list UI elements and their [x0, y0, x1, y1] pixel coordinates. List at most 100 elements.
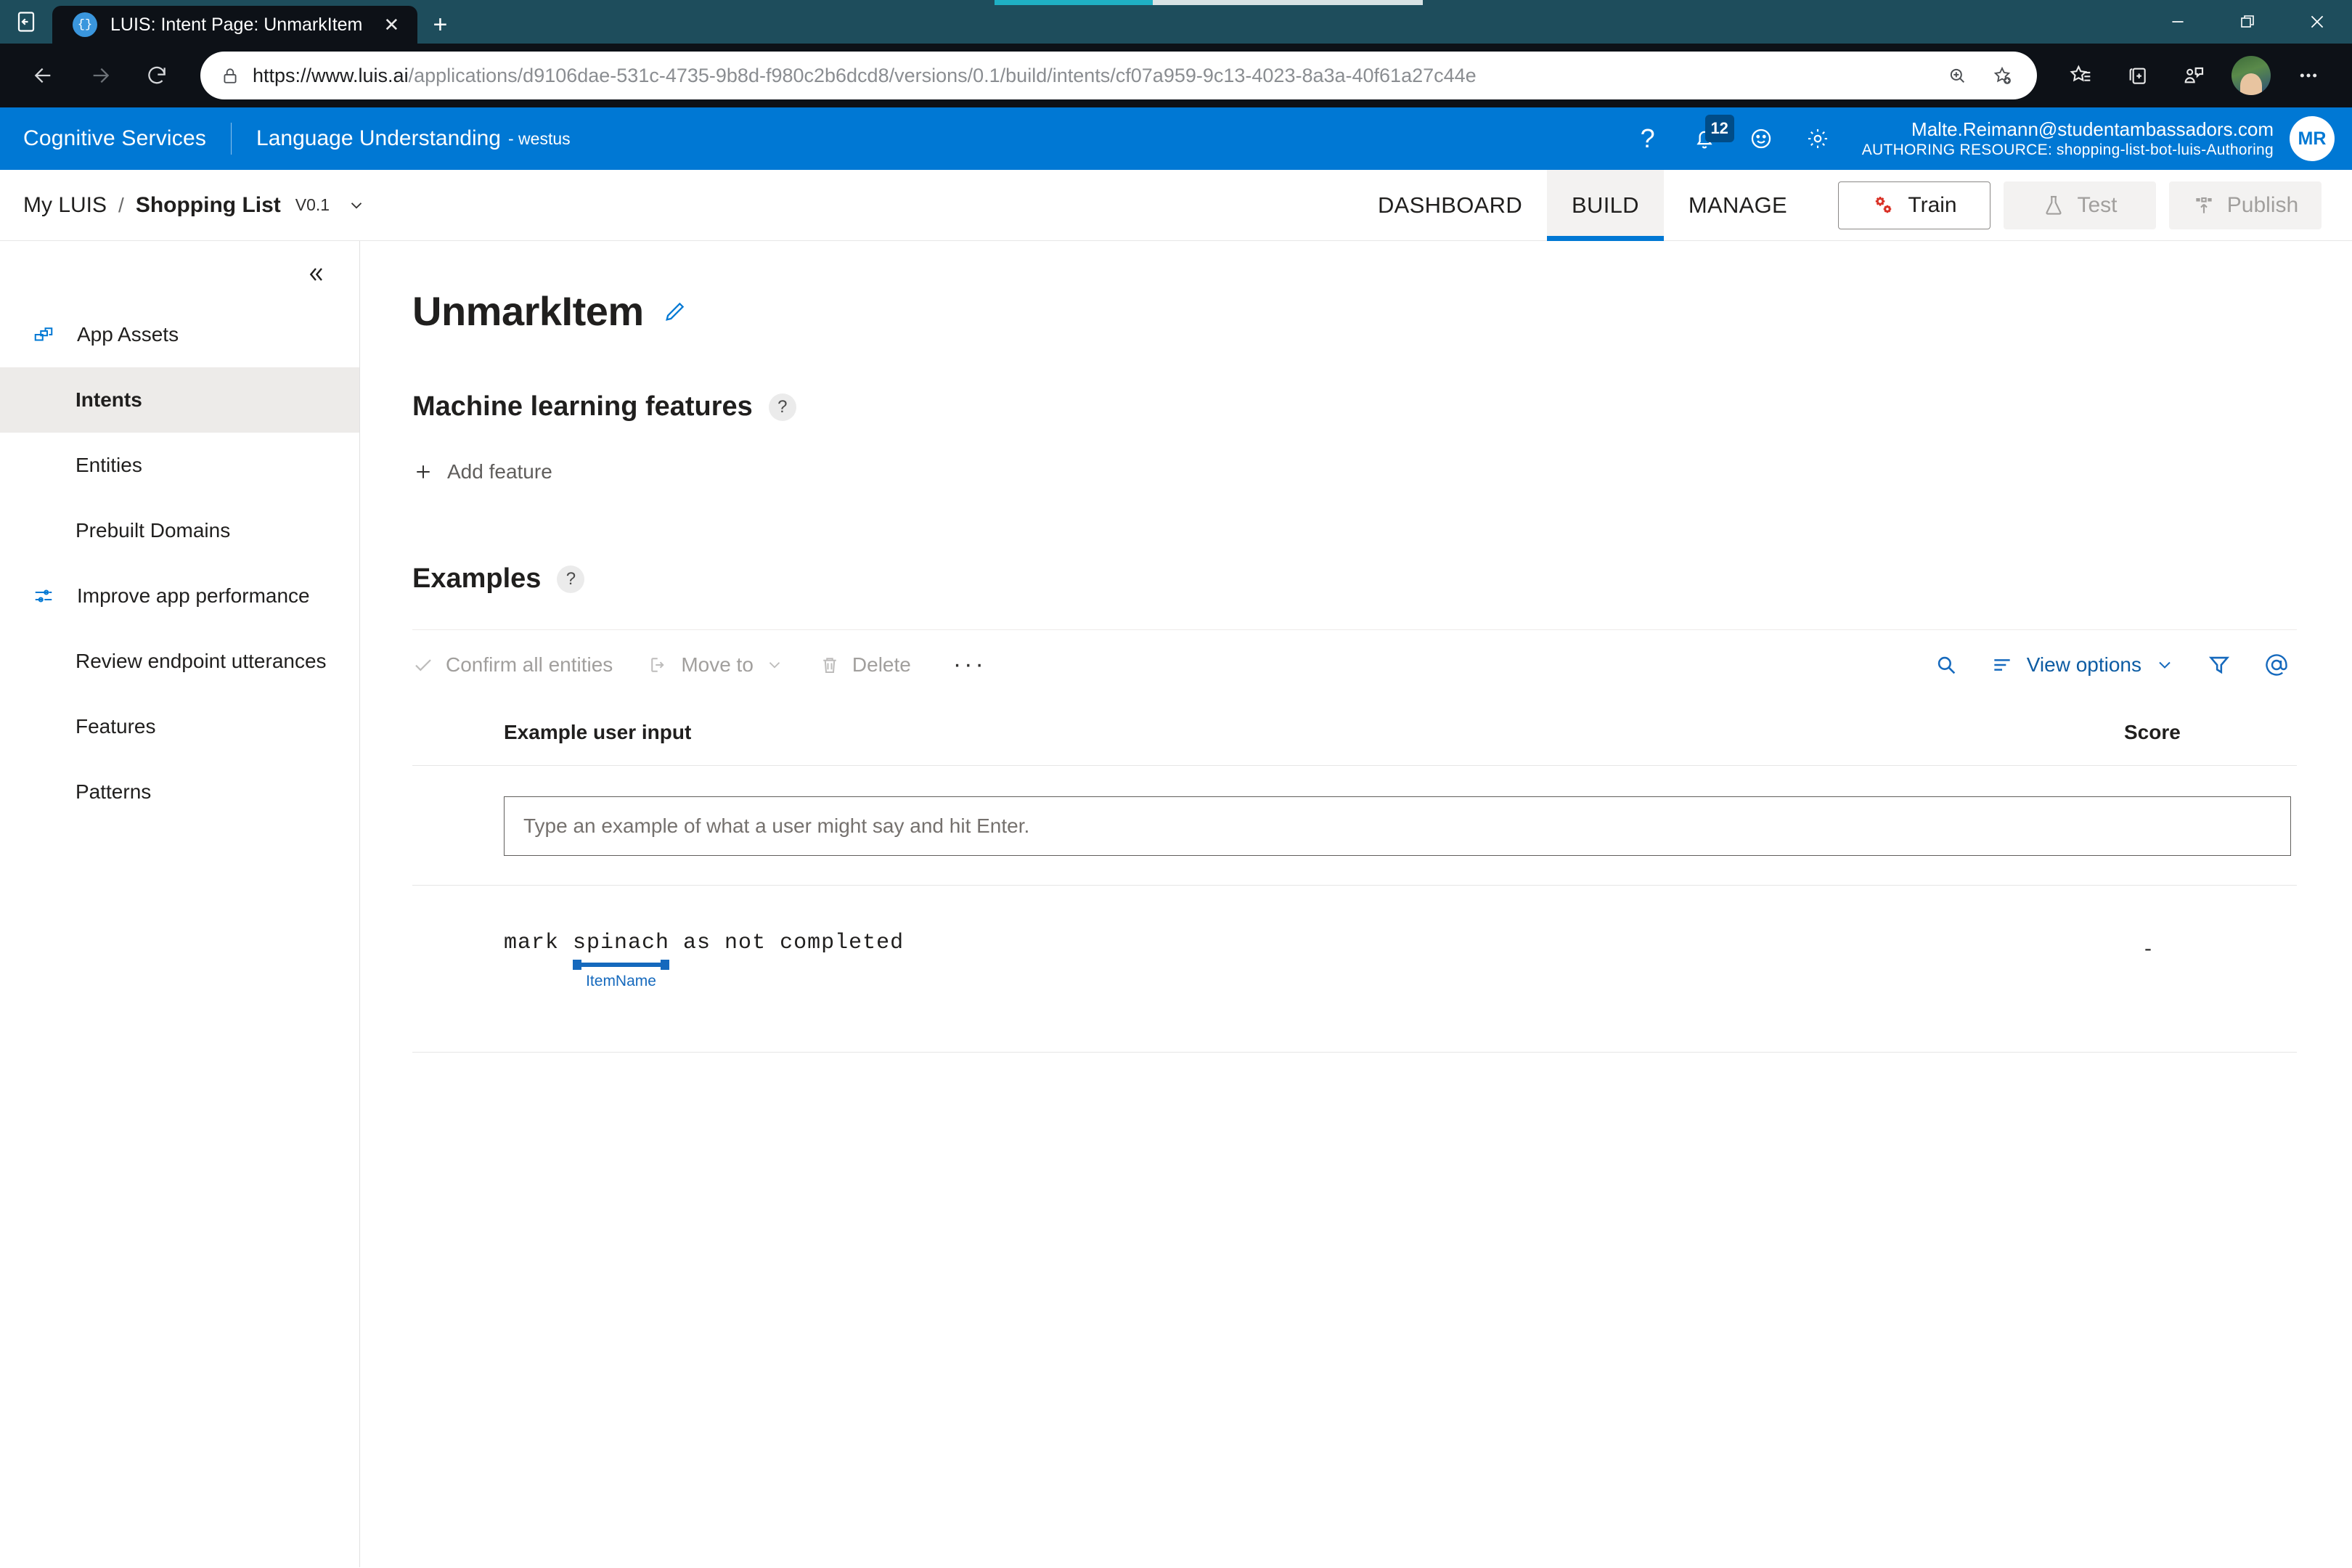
view-options-label: View options	[2026, 653, 2141, 676]
address-bar[interactable]: https://www.luis.ai/applications/d9106da…	[200, 52, 2037, 99]
page-title-row: UnmarkItem	[412, 287, 2297, 335]
close-window-icon[interactable]	[2282, 0, 2352, 44]
entity-label: ItemName	[586, 973, 656, 989]
authoring-resource-label: AUTHORING RESOURCE:	[1861, 142, 2053, 158]
delete-button[interactable]: Delete	[819, 653, 930, 677]
tab-favicon-icon: {}	[73, 12, 97, 37]
language-understanding-brand[interactable]: Language Understanding	[256, 126, 501, 151]
move-to-icon	[648, 654, 669, 676]
minimize-icon[interactable]	[2143, 0, 2213, 44]
authoring-resource: AUTHORING RESOURCE: shopping-list-bot-lu…	[1862, 141, 2274, 159]
browser-nav-bar: https://www.luis.ai/applications/d9106da…	[0, 44, 2352, 107]
breadcrumb-app-name[interactable]: Shopping List	[136, 193, 281, 218]
add-feature-button[interactable]: Add feature	[412, 460, 2297, 483]
new-tab-button[interactable]: +	[417, 6, 462, 44]
train-button[interactable]: Train	[1838, 181, 1990, 229]
chevron-down-icon[interactable]	[347, 196, 366, 215]
url-domain: https://www.luis.ai	[253, 64, 409, 86]
examples-table-header: Example user input Score	[412, 699, 2297, 766]
app-tabs: DASHBOARD BUILD MANAGE	[1353, 169, 1812, 241]
examples-help-icon[interactable]: ?	[557, 565, 585, 593]
publish-button[interactable]: Publish	[2169, 181, 2322, 229]
entity-mention-icon[interactable]	[2263, 652, 2290, 678]
collapse-sidebar-icon[interactable]	[304, 263, 327, 286]
new-utterance-input[interactable]: Type an example of what a user might say…	[504, 796, 2291, 856]
edit-pencil-icon[interactable]	[663, 299, 687, 324]
view-options-icon	[1990, 653, 2014, 677]
test-button-label: Test	[2077, 192, 2118, 217]
more-options-icon[interactable]	[2282, 49, 2335, 102]
utterance-text[interactable]: mark spinach ItemName as not completed	[504, 931, 2124, 990]
reload-icon[interactable]	[131, 49, 183, 102]
favorites-star-icon[interactable]	[2054, 49, 2107, 102]
window-controls	[2143, 0, 2352, 44]
confirm-all-entities-label: Confirm all entities	[446, 653, 613, 676]
add-favorite-icon[interactable]	[1982, 55, 2022, 96]
flask-icon	[2042, 194, 2065, 217]
view-options-button[interactable]: View options	[1990, 653, 2175, 677]
examples-toolbar-right: View options	[1934, 652, 2297, 678]
ml-features-title: Machine learning features	[412, 391, 753, 422]
back-arrow-icon[interactable]	[17, 49, 70, 102]
browser-essentials-icon[interactable]	[2168, 49, 2220, 102]
app-actions: Train Test Publish	[1838, 181, 2322, 229]
breadcrumb-my-luis[interactable]: My LUIS	[23, 193, 107, 218]
confirm-all-entities-button[interactable]: Confirm all entities	[412, 653, 632, 677]
sidebar-item-review-endpoint-utterances[interactable]: Review endpoint utterances	[0, 629, 359, 694]
tab-manage[interactable]: MANAGE	[1664, 170, 1812, 241]
help-icon[interactable]: ?	[1620, 110, 1676, 167]
sidebar-item-improve-app-performance[interactable]: Improve app performance	[0, 563, 359, 629]
search-icon[interactable]	[1934, 653, 1959, 677]
sidebar-item-label: Features	[75, 715, 156, 738]
sidebar-item-intents[interactable]: Intents	[0, 367, 359, 433]
publish-icon	[2192, 194, 2216, 217]
tab-dashboard[interactable]: DASHBOARD	[1353, 170, 1547, 241]
gear-icon[interactable]	[1789, 110, 1846, 167]
account-email: Malte.Reimann@studentambassadors.com	[1911, 118, 2274, 140]
column-header-score: Score	[2124, 720, 2181, 743]
filter-icon[interactable]	[2207, 653, 2231, 677]
entity-annotation[interactable]: spinach ItemName	[573, 931, 670, 990]
browser-tab[interactable]: {} LUIS: Intent Page: UnmarkItem ✕	[52, 6, 418, 44]
more-actions-icon[interactable]: ···	[946, 650, 994, 679]
utterance-score: -	[2144, 936, 2152, 960]
chevron-down-icon	[2155, 655, 2175, 675]
sidebar-item-prebuilt-domains[interactable]: Prebuilt Domains	[0, 498, 359, 563]
cognitive-services-brand[interactable]: Cognitive Services	[23, 126, 206, 151]
avatar[interactable]: MR	[2290, 116, 2335, 161]
sidebar-item-entities[interactable]: Entities	[0, 433, 359, 498]
tab-title: LUIS: Intent Page: UnmarkItem	[110, 14, 363, 35]
forward-arrow-icon[interactable]	[74, 49, 126, 102]
sidebar-item-app-assets[interactable]: App Assets	[0, 302, 359, 367]
notifications-bell-icon[interactable]: 12	[1676, 110, 1734, 167]
table-row[interactable]: mark spinach ItemName as not completed -	[412, 885, 2297, 1052]
move-to-button[interactable]: Move to	[648, 653, 803, 677]
page-body: App Assets Intents Entities Prebuilt Dom…	[0, 241, 2352, 1567]
test-button[interactable]: Test	[2004, 181, 2156, 229]
account-info[interactable]: Malte.Reimann@studentambassadors.com AUT…	[1862, 118, 2274, 159]
maximize-restore-icon[interactable]	[2213, 0, 2282, 44]
app-nav-bar: My LUIS / Shopping List V0.1 DASHBOARD B…	[0, 169, 2352, 241]
utterance-suffix: as not completed	[669, 931, 905, 955]
profile-avatar-icon[interactable]	[2231, 56, 2271, 95]
ml-features-help-icon[interactable]: ?	[768, 393, 796, 421]
sidebar-item-features[interactable]: Features	[0, 694, 359, 759]
tab-close-icon[interactable]: ✕	[375, 9, 407, 41]
feedback-smiley-icon[interactable]	[1733, 110, 1789, 167]
page-load-progress-fill	[995, 0, 1153, 5]
tab-build[interactable]: BUILD	[1547, 169, 1664, 241]
utterance-prefix: mark	[504, 931, 573, 955]
move-to-label: Move to	[681, 653, 754, 676]
address-bar-icons	[1937, 55, 2022, 96]
publish-button-label: Publish	[2226, 192, 2299, 217]
collections-icon[interactable]	[2111, 49, 2163, 102]
sidebar-item-patterns[interactable]: Patterns	[0, 759, 359, 825]
notification-badge: 12	[1704, 115, 1734, 142]
trash-icon	[819, 654, 841, 676]
breadcrumb-separator: /	[118, 193, 124, 216]
zoom-icon[interactable]	[1937, 55, 1977, 96]
sidebar-collapse-row	[0, 251, 359, 302]
sidebar-item-label: Entities	[75, 454, 142, 476]
breadcrumb: My LUIS / Shopping List V0.1	[23, 193, 366, 218]
sidebar-item-label: Review endpoint utterances	[75, 650, 327, 672]
